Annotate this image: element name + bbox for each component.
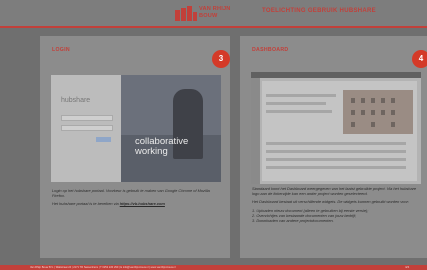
tagline-line2: working xyxy=(135,146,168,157)
widget-row xyxy=(266,110,332,113)
window-shape xyxy=(371,110,375,115)
widget-list-item: 3. Downloaden van andere projectdocument… xyxy=(252,218,334,224)
window-shape xyxy=(381,110,385,115)
widget-row xyxy=(266,102,326,105)
dashboard-paragraph-2: Het Dashboard bestaat uit verschillende … xyxy=(252,199,410,205)
window-shape xyxy=(351,110,355,115)
window-shape xyxy=(361,98,365,103)
header-divider xyxy=(0,26,427,28)
document-title: TOELICHTING GEBRUIK HUBSHARE xyxy=(262,8,376,14)
login-panel: LOGIN 3 hubshare collaborative working L… xyxy=(40,36,230,258)
password-field-preview xyxy=(61,125,113,131)
step-badge: 4 xyxy=(412,50,427,68)
footer-contact: Van Rhijn Bouw B.V. | Wattstraat 24 | 21… xyxy=(30,266,176,269)
widget-row xyxy=(266,142,406,145)
project-photo xyxy=(343,90,413,134)
footer-bar: Van Rhijn Bouw B.V. | Wattstraat 24 | 21… xyxy=(0,265,427,270)
login-form-preview: hubshare xyxy=(51,75,121,182)
city-skyline-image xyxy=(121,75,221,135)
window-shape xyxy=(381,98,385,103)
portal-link[interactable]: https://vb.hubshare.com xyxy=(120,201,165,206)
collaborative-working-tagline: collaborative working xyxy=(135,137,188,157)
login-button-preview xyxy=(96,137,111,142)
step-badge: 3 xyxy=(212,50,230,68)
login-screenshot: hubshare collaborative working xyxy=(51,75,221,182)
portal-prefix: Het hubshare portaal is te bereiken via xyxy=(52,201,120,207)
window-shape xyxy=(351,98,355,103)
dashboard-paragraph-1: Standaard komt het Dashboard weergegeven… xyxy=(252,186,417,197)
dashboard-panel: DASHBOARD 4 Standaard komt het Dashboard… xyxy=(240,36,427,258)
panel-title: LOGIN xyxy=(52,47,70,53)
hero-photo xyxy=(121,75,221,182)
brand-name: VAN RHIJN BOUW xyxy=(199,6,231,19)
hubshare-logo: hubshare xyxy=(61,97,91,104)
brand-line2: BOUW xyxy=(199,12,218,19)
page-number: 4/4 xyxy=(405,265,410,269)
window-shape xyxy=(391,110,395,115)
window-shape xyxy=(361,110,365,115)
login-instructions: Login op het hubshare portaal. Voorkeur … xyxy=(52,188,220,210)
app-topbar-preview xyxy=(251,72,421,78)
header-bar: VAN RHIJN BOUW TOELICHTING GEBRUIK HUBSH… xyxy=(0,0,427,26)
window-shape xyxy=(391,122,395,127)
dashboard-screenshot xyxy=(251,72,421,184)
brand-line1: VAN RHIJN xyxy=(199,6,231,12)
widget-row xyxy=(266,94,336,97)
portal-paragraph: Het hubshare portaal is te bereiken via … xyxy=(52,201,220,206)
username-field-preview xyxy=(61,115,113,121)
panel-title: DASHBOARD xyxy=(252,47,289,53)
company-logo: VAN RHIJN BOUW xyxy=(175,4,237,23)
window-shape xyxy=(371,122,375,127)
logo-mark-icon xyxy=(175,6,197,21)
widget-row xyxy=(266,158,406,161)
window-shape xyxy=(351,122,355,127)
window-shape xyxy=(391,98,395,103)
widget-row xyxy=(266,150,406,153)
login-paragraph: Login op het hubshare portaal. Voorkeur … xyxy=(52,188,210,199)
dashboard-instructions: Standaard komt het Dashboard weergegeven… xyxy=(252,186,420,223)
widget-row xyxy=(266,166,406,169)
window-shape xyxy=(371,98,375,103)
app-sidebar-preview xyxy=(251,78,260,184)
